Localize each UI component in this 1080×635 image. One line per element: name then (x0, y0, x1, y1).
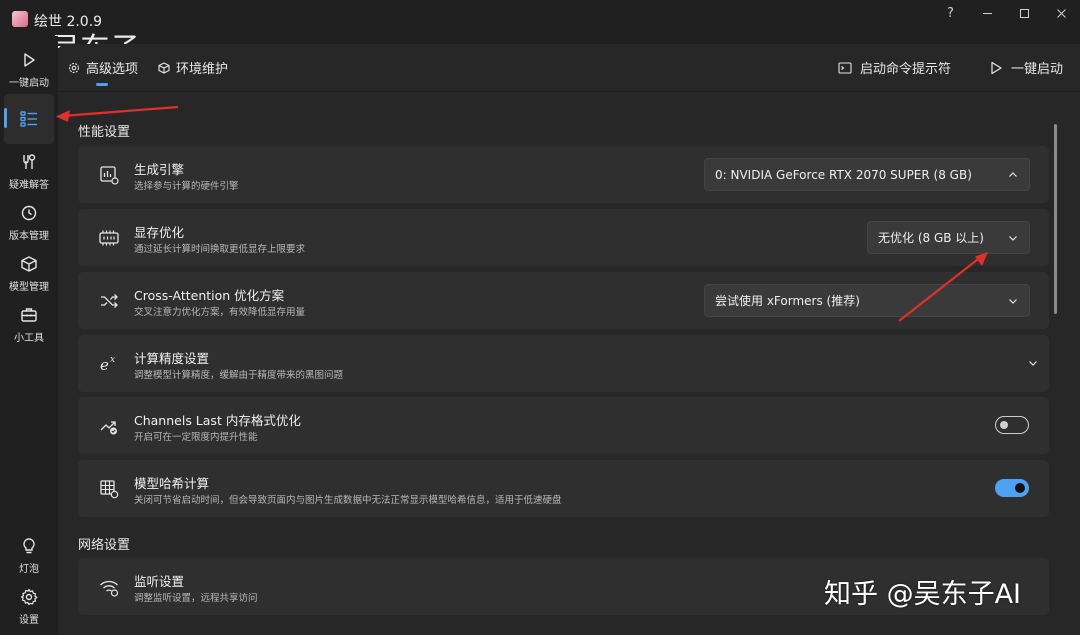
setting-card-cross-attention: Cross-Attention 优化方案 交叉注意力优化方案，有效降低显存用量 … (78, 272, 1049, 329)
sidebar-item-label: 一键启动 (9, 77, 49, 89)
engine-select[interactable]: 0: NVIDIA GeForce RTX 2070 SUPER (8 GB) (704, 158, 1030, 191)
sidebar-item-advanced[interactable] (4, 94, 54, 144)
sidebar-item-models[interactable]: 模型管理 (4, 248, 54, 298)
top-toolbar: 高级选项 环境维护 启动命令提示符 一键启动 (58, 44, 1080, 92)
sidebar-item-label: 灯泡 (19, 563, 39, 575)
grid-gear-icon (98, 478, 120, 500)
toggle-knob (1015, 483, 1025, 493)
lightbulb-icon (19, 536, 39, 556)
trend-check-icon (98, 415, 120, 437)
setting-description: 调整监听设置，远程共享访问 (134, 593, 258, 604)
section-title-performance: 性能设置 (78, 125, 131, 140)
package-icon (158, 61, 170, 74)
gear-icon (19, 587, 39, 607)
model-hash-toggle[interactable] (995, 479, 1029, 497)
svg-text:e: e (100, 356, 109, 374)
setting-card-channels-last: Channels Last 内存格式优化 开启可在一定限度内提升性能 (78, 397, 1049, 454)
section-title-network: 网络设置 (78, 538, 131, 553)
wifi-gear-icon (98, 576, 120, 598)
one-click-launch-button[interactable]: 一键启动 (990, 58, 1063, 77)
tools-icon (19, 152, 39, 172)
list-settings-icon (19, 109, 39, 129)
setting-card-engine: 生成引擎 选择参与计算的硬件引擎 0: NVIDIA GeForce RTX 2… (78, 146, 1049, 203)
close-button[interactable] (1043, 0, 1080, 26)
maximize-button[interactable] (1006, 0, 1043, 26)
setting-description: 交叉注意力优化方案，有效降低显存用量 (134, 307, 306, 318)
vram-select-value: 无优化 (8 GB 以上) (878, 231, 984, 245)
terminal-icon (838, 61, 852, 74)
tab-advanced[interactable]: 高级选项 (68, 58, 138, 77)
sidebar-item-launch[interactable]: 一键启动 (4, 44, 54, 94)
play-outline-icon (991, 61, 1002, 74)
play-icon (19, 50, 39, 70)
title-bar: 绘世 2.0.9 ? (0, 0, 1080, 36)
chevron-up-icon (1009, 172, 1017, 177)
cross-attention-select[interactable]: 尝试使用 xFormers (推荐) (704, 284, 1030, 317)
setting-card-model-hash: 模型哈希计算 关闭可节省启动时间，但会导致页面内与图片生成数据中无法正常显示模型… (78, 460, 1049, 517)
sidebar: 一键启动 疑难解答 版本管理 模型管理 小工具 灯泡 设置 (0, 36, 58, 635)
chip-chart-icon (98, 164, 120, 186)
open-terminal-button[interactable]: 启动命令提示符 (838, 58, 951, 77)
chevron-down-icon (1009, 299, 1017, 304)
setting-description: 调整模型计算精度，缓解由于精度带来的黑图问题 (134, 370, 344, 381)
sidebar-item-label: 版本管理 (9, 230, 49, 242)
setting-title: 计算精度设置 (134, 351, 210, 366)
setting-description: 关闭可节省启动时间，但会导致页面内与图片生成数据中无法正常显示模型哈希信息，适用… (134, 495, 562, 506)
window-controls: ? (932, 0, 1080, 26)
setting-description: 开启可在一定限度内提升性能 (134, 432, 258, 443)
action-label: 一键启动 (1011, 62, 1064, 77)
cube-icon (19, 254, 39, 274)
sidebar-item-label: 设置 (19, 614, 39, 626)
sidebar-item-label: 模型管理 (9, 281, 49, 293)
setting-card-listen[interactable]: 监听设置 调整监听设置，远程共享访问 (78, 558, 1049, 615)
shuffle-icon (98, 290, 120, 312)
engine-select-value: 0: NVIDIA GeForce RTX 2070 SUPER (8 GB) (715, 167, 972, 182)
minimize-button[interactable] (969, 0, 1006, 26)
setting-title: 模型哈希计算 (134, 476, 210, 491)
tab-label: 环境维护 (176, 62, 229, 77)
sidebar-item-label: 小工具 (14, 332, 44, 344)
active-tab-indicator (96, 83, 108, 86)
cross-attention-select-value: 尝试使用 xFormers (推荐) (715, 294, 860, 308)
setting-title: Cross-Attention 优化方案 (134, 288, 285, 303)
history-icon (19, 203, 39, 223)
tab-label: 高级选项 (86, 62, 139, 77)
toggle-knob (1000, 420, 1008, 429)
app-logo (12, 11, 28, 27)
channels-last-toggle[interactable] (995, 416, 1029, 434)
svg-text:x: x (110, 355, 115, 365)
sidebar-item-versions[interactable]: 版本管理 (4, 197, 54, 247)
chevron-down-icon[interactable] (1027, 357, 1039, 369)
vram-select[interactable]: 无优化 (8 GB 以上) (867, 221, 1030, 254)
setting-description: 选择参与计算的硬件引擎 (134, 181, 239, 192)
chevron-down-icon (1009, 236, 1017, 241)
exponent-icon: e x (98, 353, 120, 375)
setting-title: 显存优化 (134, 225, 185, 240)
setting-card-precision[interactable]: e x 计算精度设置 调整模型计算精度，缓解由于精度带来的黑图问题 (78, 335, 1049, 392)
setting-title: 生成引擎 (134, 162, 185, 177)
sidebar-item-tools[interactable]: 小工具 (4, 299, 54, 349)
main-panel: 高级选项 环境维护 启动命令提示符 一键启动 性能设置 生成引擎 选择参与计算的… (58, 44, 1080, 635)
setting-card-vram: 显存优化 通过延长计算时间换取更低显存上限要求 无优化 (8 GB 以上) (78, 209, 1049, 266)
action-label: 启动命令提示符 (860, 62, 952, 77)
sidebar-item-label: 疑难解答 (9, 179, 49, 191)
tab-environment[interactable]: 环境维护 (158, 58, 228, 77)
help-button[interactable]: ? (932, 0, 969, 26)
scrollbar[interactable] (1054, 124, 1057, 314)
sidebar-item-troubleshoot[interactable]: 疑难解答 (4, 146, 54, 196)
sidebar-item-lightbulb[interactable]: 灯泡 (4, 530, 54, 580)
sidebar-item-settings[interactable]: 设置 (4, 581, 54, 631)
gear-small-icon (68, 62, 80, 73)
setting-title: Channels Last 内存格式优化 (134, 413, 301, 428)
app-title: 绘世 2.0.9 (34, 14, 103, 30)
toolbox-icon (19, 305, 39, 325)
memory-chip-icon (98, 227, 120, 249)
setting-title: 监听设置 (134, 574, 185, 589)
setting-description: 通过延长计算时间换取更低显存上限要求 (134, 244, 306, 255)
